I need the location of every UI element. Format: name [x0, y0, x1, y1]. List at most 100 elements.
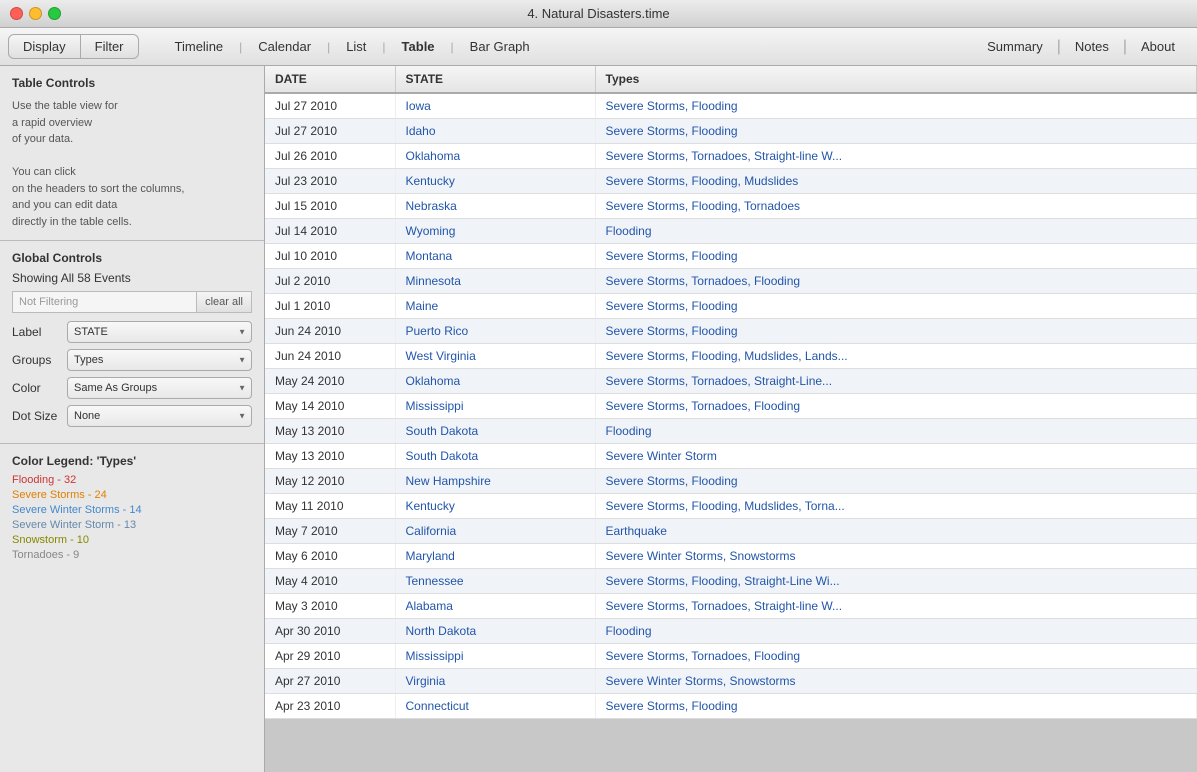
cell-state[interactable]: South Dakota	[395, 444, 595, 469]
table-row[interactable]: Jun 24 2010Puerto RicoSevere Storms, Flo…	[265, 319, 1197, 344]
cell-date: Jul 23 2010	[265, 169, 395, 194]
table-row[interactable]: Jul 15 2010NebraskaSevere Storms, Floodi…	[265, 194, 1197, 219]
legend-item-1[interactable]: Severe Storms - 24	[12, 489, 252, 501]
cell-state[interactable]: Virginia	[395, 669, 595, 694]
cell-date: May 11 2010	[265, 494, 395, 519]
table-row[interactable]: Apr 29 2010MississippiSevere Storms, Tor…	[265, 644, 1197, 669]
cell-date: Jul 27 2010	[265, 93, 395, 119]
window-controls[interactable]	[10, 7, 61, 20]
summary-button[interactable]: Summary	[973, 35, 1057, 58]
legend-item-3[interactable]: Severe Winter Storm - 13	[12, 519, 252, 531]
cell-state[interactable]: South Dakota	[395, 419, 595, 444]
cell-types: Severe Storms, Flooding	[595, 244, 1197, 269]
table-row[interactable]: Jul 1 2010MaineSevere Storms, Flooding	[265, 294, 1197, 319]
legend-item-4[interactable]: Snowstorm - 10	[12, 534, 252, 546]
groups-select[interactable]: Types	[67, 349, 252, 371]
label-select[interactable]: STATE	[67, 321, 252, 343]
cell-state[interactable]: Iowa	[395, 93, 595, 119]
cell-state[interactable]: California	[395, 519, 595, 544]
tab-timeline[interactable]: Timeline	[159, 35, 240, 58]
table-row[interactable]: May 12 2010New HampshireSevere Storms, F…	[265, 469, 1197, 494]
groups-label: Groups	[12, 353, 67, 367]
minimize-button[interactable]	[29, 7, 42, 20]
table-row[interactable]: Apr 23 2010ConnecticutSevere Storms, Flo…	[265, 694, 1197, 719]
cell-date: Jul 14 2010	[265, 219, 395, 244]
right-content: DATE STATE Types Jul 27 2010IowaSevere S…	[265, 66, 1197, 772]
cell-state[interactable]: Montana	[395, 244, 595, 269]
cell-state[interactable]: West Virginia	[395, 344, 595, 369]
table-row[interactable]: Jul 10 2010MontanaSevere Storms, Floodin…	[265, 244, 1197, 269]
cell-types: Earthquake	[595, 519, 1197, 544]
filter-placeholder: Not Filtering	[12, 291, 196, 313]
header-state[interactable]: STATE	[395, 66, 595, 93]
table-row[interactable]: May 4 2010TennesseeSevere Storms, Floodi…	[265, 569, 1197, 594]
clear-all-button[interactable]: clear all	[196, 291, 252, 313]
header-date[interactable]: DATE	[265, 66, 395, 93]
cell-state[interactable]: North Dakota	[395, 619, 595, 644]
cell-state[interactable]: Oklahoma	[395, 369, 595, 394]
cell-types: Severe Storms, Flooding	[595, 294, 1197, 319]
table-row[interactable]: Jul 14 2010WyomingFlooding	[265, 219, 1197, 244]
cell-state[interactable]: Maine	[395, 294, 595, 319]
color-select[interactable]: Same As Groups	[67, 377, 252, 399]
header-types[interactable]: Types	[595, 66, 1197, 93]
cell-state[interactable]: Wyoming	[395, 219, 595, 244]
groups-select-wrapper[interactable]: Types	[67, 349, 252, 371]
close-button[interactable]	[10, 7, 23, 20]
legend-item-2[interactable]: Severe Winter Storms - 14	[12, 504, 252, 516]
maximize-button[interactable]	[48, 7, 61, 20]
about-button[interactable]: About	[1127, 35, 1189, 58]
table-row[interactable]: May 7 2010CaliforniaEarthquake	[265, 519, 1197, 544]
tab-table[interactable]: Table	[386, 35, 451, 58]
cell-state[interactable]: Mississippi	[395, 394, 595, 419]
table-container[interactable]: DATE STATE Types Jul 27 2010IowaSevere S…	[265, 66, 1197, 772]
table-row[interactable]: May 14 2010MississippiSevere Storms, Tor…	[265, 394, 1197, 419]
label-select-wrapper[interactable]: STATE	[67, 321, 252, 343]
cell-state[interactable]: Idaho	[395, 119, 595, 144]
cell-state[interactable]: Connecticut	[395, 694, 595, 719]
cell-state[interactable]: Puerto Rico	[395, 319, 595, 344]
groups-control: Groups Types	[12, 349, 252, 371]
table-controls-title: Table Controls	[12, 76, 252, 90]
cell-state[interactable]: Kentucky	[395, 494, 595, 519]
cell-state[interactable]: New Hampshire	[395, 469, 595, 494]
dot-size-select-wrapper[interactable]: None	[67, 405, 252, 427]
table-row[interactable]: Jul 26 2010OklahomaSevere Storms, Tornad…	[265, 144, 1197, 169]
cell-state[interactable]: Mississippi	[395, 644, 595, 669]
table-row[interactable]: May 13 2010South DakotaFlooding	[265, 419, 1197, 444]
tab-list[interactable]: List	[330, 35, 382, 58]
tab-calendar[interactable]: Calendar	[242, 35, 327, 58]
cell-state[interactable]: Alabama	[395, 594, 595, 619]
display-button[interactable]: Display	[8, 34, 81, 59]
table-row[interactable]: Apr 27 2010VirginiaSevere Winter Storms,…	[265, 669, 1197, 694]
table-row[interactable]: Jul 23 2010KentuckySevere Storms, Floodi…	[265, 169, 1197, 194]
cell-date: May 4 2010	[265, 569, 395, 594]
cell-date: Apr 29 2010	[265, 644, 395, 669]
table-row[interactable]: May 6 2010MarylandSevere Winter Storms, …	[265, 544, 1197, 569]
color-select-wrapper[interactable]: Same As Groups	[67, 377, 252, 399]
table-row[interactable]: May 24 2010OklahomaSevere Storms, Tornad…	[265, 369, 1197, 394]
legend-item-0[interactable]: Flooding - 32	[12, 474, 252, 486]
cell-state[interactable]: Tennessee	[395, 569, 595, 594]
filter-button[interactable]: Filter	[81, 34, 139, 59]
cell-state[interactable]: Kentucky	[395, 169, 595, 194]
table-row[interactable]: May 13 2010South DakotaSevere Winter Sto…	[265, 444, 1197, 469]
table-row[interactable]: Jun 24 2010West VirginiaSevere Storms, F…	[265, 344, 1197, 369]
table-row[interactable]: Apr 30 2010North DakotaFlooding	[265, 619, 1197, 644]
table-row[interactable]: Jul 27 2010IdahoSevere Storms, Flooding	[265, 119, 1197, 144]
legend-item-5[interactable]: Tornadoes - 9	[12, 549, 252, 561]
tab-bar-graph[interactable]: Bar Graph	[454, 35, 546, 58]
cell-state[interactable]: Minnesota	[395, 269, 595, 294]
legend-title: Color Legend: 'Types'	[12, 454, 252, 468]
filter-bar: Not Filtering clear all	[12, 291, 252, 313]
table-row[interactable]: May 3 2010AlabamaSevere Storms, Tornadoe…	[265, 594, 1197, 619]
dot-size-select[interactable]: None	[67, 405, 252, 427]
table-row[interactable]: May 11 2010KentuckySevere Storms, Floodi…	[265, 494, 1197, 519]
cell-state[interactable]: Oklahoma	[395, 144, 595, 169]
cell-state[interactable]: Maryland	[395, 544, 595, 569]
table-row[interactable]: Jul 27 2010IowaSevere Storms, Flooding	[265, 93, 1197, 119]
cell-types: Severe Storms, Flooding	[595, 119, 1197, 144]
notes-button[interactable]: Notes	[1061, 35, 1123, 58]
table-row[interactable]: Jul 2 2010MinnesotaSevere Storms, Tornad…	[265, 269, 1197, 294]
cell-state[interactable]: Nebraska	[395, 194, 595, 219]
